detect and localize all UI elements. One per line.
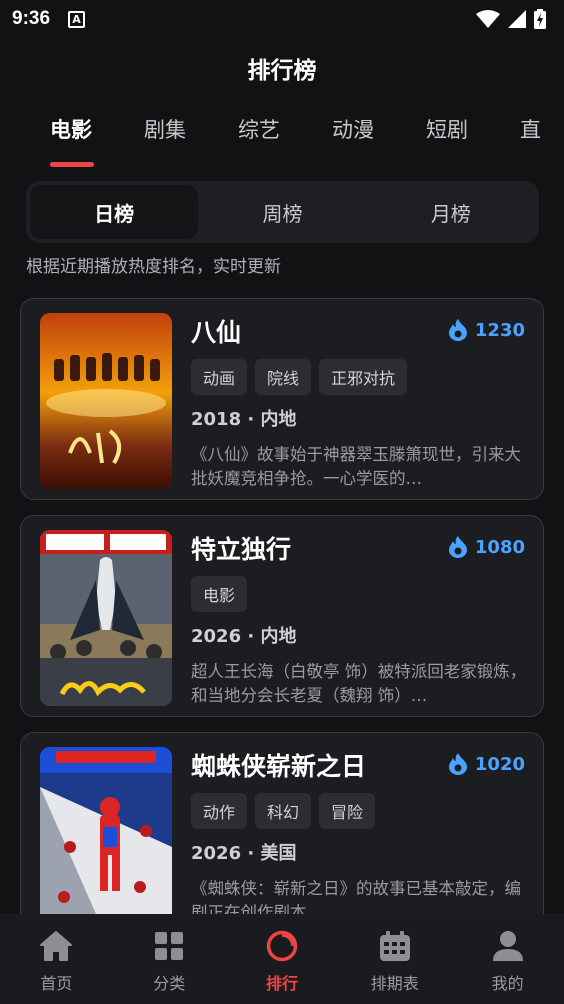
ranking-card[interactable]: 特立独行 1080 电影 2026 · 内地 超人王长海（白敬亭 饰）被特派回老… [20,515,544,717]
heat-score: 1230 [448,319,525,341]
tag: 冒险 [319,793,376,829]
nav-label: 排行 [265,974,298,993]
nav-home[interactable]: 首页 [0,914,113,1004]
nav-profile[interactable]: 我的 [451,914,564,1004]
period-segment: 日榜 周榜 月榜 [26,181,539,243]
segment-daily[interactable]: 日榜 [30,185,199,239]
tab-live[interactable]: 直 [520,114,541,144]
movie-title: 特立独行 [191,535,292,564]
bottom-nav: 首页 分类 排行 排期表 我的 [0,914,564,1004]
flame-icon [448,753,467,775]
segment-weekly[interactable]: 周榜 [198,185,366,239]
nav-schedule[interactable]: 排期表 [338,914,451,1004]
heat-value: 1020 [474,753,525,775]
page-header: 排行榜 [0,38,564,98]
heat-score: 1020 [448,753,525,775]
status-time: 9:36 [12,8,51,29]
status-icons [476,9,546,29]
movie-title: 蜘蛛侠崭新之日 [191,752,367,781]
grid-icon [155,932,184,960]
heat-score: 1080 [448,536,525,558]
flame-icon [448,319,467,341]
nav-label: 排期表 [370,974,419,993]
nav-category[interactable]: 分类 [113,914,226,1004]
ranking-list[interactable]: 八仙 1230 动画 院线 正邪对抗 2018 · 内地 《八仙》故事始于神器翠… [0,298,564,914]
nav-label: 分类 [153,974,186,993]
page-title: 排行榜 [247,58,317,84]
tag-list: 电影 [191,576,248,612]
status-bar: 9:36 A [0,0,564,38]
nav-label: 我的 [491,974,524,993]
notification-icon: A [68,10,86,28]
poster-image [40,530,172,706]
movie-description: 《八仙》故事始于神器翠玉滕箫现世，引来大批妖魔竞相争抢。一心学医的… [191,445,521,488]
heat-value: 1080 [474,536,525,558]
tag: 电影 [191,576,248,612]
wifi-icon [476,10,500,28]
nav-ranking[interactable]: 排行 [226,914,339,1004]
nav-label: 首页 [40,974,73,993]
calendar-icon [379,931,410,961]
battery-icon [534,9,546,29]
user-icon [492,931,523,961]
tab-short-drama[interactable]: 短剧 [426,114,468,144]
segment-monthly[interactable]: 月榜 [367,185,535,239]
poster-image [40,313,172,489]
ranking-icon [266,930,298,962]
tag: 科幻 [255,793,312,829]
year-region: 2018 · 内地 [191,409,297,430]
tab-series[interactable]: 剧集 [144,114,186,144]
heat-value: 1230 [474,319,525,341]
tab-variety[interactable]: 综艺 [238,114,280,144]
tag-list: 动画 院线 正邪对抗 [191,359,408,395]
tag: 正邪对抗 [319,359,408,395]
tag-list: 动作 科幻 冒险 [191,793,376,829]
poster-image [40,747,172,914]
tab-anime[interactable]: 动漫 [332,114,374,144]
flame-icon [448,536,467,558]
tag: 动作 [191,793,248,829]
tag: 动画 [191,359,248,395]
year-region: 2026 · 内地 [191,626,297,647]
year-region: 2026 · 美国 [191,843,297,864]
tab-movie[interactable]: 电影 [50,114,92,144]
ranking-description: 根据近期播放热度排名，实时更新 [26,257,281,277]
ranking-card[interactable]: 蜘蛛侠崭新之日 1020 动作 科幻 冒险 2026 · 美国 《蜘蛛侠：崭新之… [20,732,544,914]
movie-description: 《蜘蛛侠：崭新之日》的故事已基本敲定，编剧正在创作剧本。 [191,879,521,914]
category-tabs: 电影 剧集 综艺 动漫 短剧 直 [0,100,564,168]
movie-title: 八仙 [191,318,242,347]
movie-description: 超人王长海（白敬亭 饰）被特派回老家锻炼，和当地分会长老夏（魏翔 饰）… [191,662,527,705]
signal-icon [508,10,526,28]
ranking-card[interactable]: 八仙 1230 动画 院线 正邪对抗 2018 · 内地 《八仙》故事始于神器翠… [20,298,544,500]
tab-indicator [50,162,94,167]
tag: 院线 [255,359,312,395]
home-icon [40,931,73,961]
